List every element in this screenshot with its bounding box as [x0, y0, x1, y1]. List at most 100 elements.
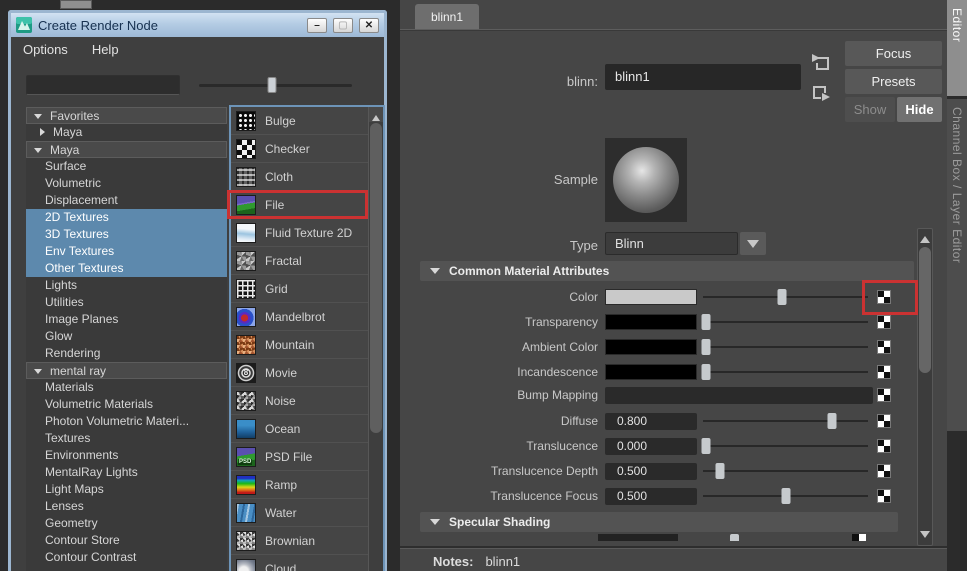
node-name-field[interactable]: blinn1: [605, 64, 801, 90]
transparency-map-button[interactable]: [877, 315, 891, 329]
incandescence-swatch[interactable]: [605, 364, 697, 380]
slider-handle[interactable]: [701, 314, 711, 330]
node-item-grid[interactable]: Grid: [231, 275, 383, 303]
presets-button[interactable]: Presets: [845, 69, 942, 94]
filter-input[interactable]: [26, 75, 180, 95]
section-common-material-attributes[interactable]: Common Material Attributes: [420, 261, 914, 281]
scroll-up-arrow-icon[interactable]: [369, 107, 383, 122]
tree-item-materials[interactable]: Materials: [26, 379, 227, 396]
tab-blinn1[interactable]: blinn1: [415, 4, 479, 29]
ambient-color-slider[interactable]: [701, 338, 868, 356]
node-item-brownian[interactable]: Brownian: [231, 527, 383, 555]
node-list-scrollbar[interactable]: [368, 107, 383, 571]
slider-handle[interactable]: [701, 339, 711, 355]
node-item-cloth[interactable]: Cloth: [231, 163, 383, 191]
translucence-depth-slider[interactable]: [703, 462, 868, 480]
translucence-focus-slider[interactable]: [703, 487, 868, 505]
diffuse-map-button[interactable]: [877, 414, 891, 428]
scroll-up-arrow-icon[interactable]: [920, 231, 930, 243]
scroll-thumb[interactable]: [919, 247, 931, 373]
attribute-scrollbar[interactable]: [917, 228, 933, 546]
translucence-focus-value-field[interactable]: 0.500: [605, 488, 697, 505]
diffuse-value-field[interactable]: 0.800: [605, 413, 697, 430]
tree-item-volumetric[interactable]: Volumetric: [26, 175, 227, 192]
scroll-down-arrow-icon[interactable]: [920, 531, 930, 543]
incandescence-slider[interactable]: [701, 363, 868, 381]
node-item-psd-file[interactable]: PSD File: [231, 443, 383, 471]
slider-handle[interactable]: [781, 488, 790, 504]
tree-item-2d-textures[interactable]: 2D Textures: [26, 209, 227, 226]
tree-item-glow[interactable]: Glow: [26, 328, 227, 345]
tree-item-rendering[interactable]: Rendering: [26, 345, 227, 362]
tree-item-textures[interactable]: Textures: [26, 430, 227, 447]
incandescence-map-button[interactable]: [877, 365, 891, 379]
menu-help[interactable]: Help: [92, 42, 119, 57]
tab-attribute-editor[interactable]: Editor: [947, 0, 967, 96]
transparency-swatch[interactable]: [605, 314, 697, 330]
type-dropdown[interactable]: Blinn: [605, 232, 738, 255]
window-title-bar[interactable]: Create Render Node – ▢ ✕: [11, 13, 384, 37]
node-item-ocean[interactable]: Ocean: [231, 415, 383, 443]
node-item-movie[interactable]: Movie: [231, 359, 383, 387]
icon-size-slider[interactable]: [199, 76, 352, 94]
tree-item-mentalray-lights[interactable]: MentalRay Lights: [26, 464, 227, 481]
node-item-water[interactable]: Water: [231, 499, 383, 527]
slider-handle[interactable]: [701, 364, 711, 380]
tree-item-geometry[interactable]: Geometry: [26, 515, 227, 532]
ambient-color-map-button[interactable]: [877, 340, 891, 354]
node-item-bulge[interactable]: Bulge: [231, 107, 383, 135]
tree-item-displacement[interactable]: Displacement: [26, 192, 227, 209]
tree-item-other-textures[interactable]: Other Textures: [26, 260, 227, 277]
close-button[interactable]: ✕: [359, 17, 379, 33]
translucence-map-button[interactable]: [877, 439, 891, 453]
tree-item-light-maps[interactable]: Light Maps: [26, 481, 227, 498]
tree-item-mental-ray[interactable]: mental ray: [26, 362, 227, 379]
translucence-slider[interactable]: [701, 437, 868, 455]
node-item-mountain[interactable]: Mountain: [231, 331, 383, 359]
diffuse-slider[interactable]: [703, 412, 868, 430]
tree-item-image-planes[interactable]: Image Planes: [26, 311, 227, 328]
tree-item-environments[interactable]: Environments: [26, 447, 227, 464]
tree-item-volumetric-materials[interactable]: Volumetric Materials: [26, 396, 227, 413]
bump-mapping-map-button[interactable]: [877, 388, 891, 402]
slider-handle[interactable]: [715, 463, 724, 479]
tree-item-env-textures[interactable]: Env Textures: [26, 243, 227, 260]
color-swatch[interactable]: [605, 289, 697, 305]
node-item-checker[interactable]: Checker: [231, 135, 383, 163]
slider-handle[interactable]: [777, 289, 787, 305]
slider-handle[interactable]: [701, 438, 711, 454]
tree-item-lenses[interactable]: Lenses: [26, 498, 227, 515]
show-button[interactable]: Show: [845, 97, 895, 122]
minimize-button[interactable]: –: [307, 17, 327, 33]
tree-item-favorites[interactable]: Favorites: [26, 107, 227, 124]
translucence-depth-value-field[interactable]: 0.500: [605, 463, 697, 480]
translucence-focus-map-button[interactable]: [877, 489, 891, 503]
tree-item-photon-volumetric[interactable]: Photon Volumetric Materi...: [26, 413, 227, 430]
translucence-depth-map-button[interactable]: [877, 464, 891, 478]
ambient-color-swatch[interactable]: [605, 339, 697, 355]
node-item-ramp[interactable]: Ramp: [231, 471, 383, 499]
node-item-fractal[interactable]: Fractal: [231, 247, 383, 275]
tree-item-3d-textures[interactable]: 3D Textures: [26, 226, 227, 243]
tree-item-surface[interactable]: Surface: [26, 158, 227, 175]
node-item-cloud[interactable]: Cloud: [231, 555, 383, 571]
color-slider[interactable]: [703, 288, 868, 306]
tree-item-contour-contrast[interactable]: Contour Contrast: [26, 549, 227, 566]
tree-item-maya-collapsed[interactable]: Maya: [26, 124, 227, 141]
slider-handle[interactable]: [827, 413, 837, 429]
translucence-value-field[interactable]: 0.000: [605, 438, 697, 455]
input-connection-icon[interactable]: [810, 52, 832, 74]
tree-item-lights[interactable]: Lights: [26, 277, 227, 294]
tree-item-contour-store[interactable]: Contour Store: [26, 532, 227, 549]
tree-item-utilities[interactable]: Utilities: [26, 294, 227, 311]
hide-button[interactable]: Hide: [897, 97, 942, 122]
node-item-noise[interactable]: Noise: [231, 387, 383, 415]
transparency-slider[interactable]: [701, 313, 868, 331]
node-item-fluid-texture-2d[interactable]: Fluid Texture 2D: [231, 219, 383, 247]
notes-row[interactable]: Notes: blinn1: [433, 554, 520, 569]
bump-mapping-field[interactable]: [605, 387, 873, 404]
type-dropdown-arrow[interactable]: [740, 232, 766, 255]
node-item-mandelbrot[interactable]: Mandelbrot: [231, 303, 383, 331]
slider-handle[interactable]: [267, 77, 277, 93]
output-connection-icon[interactable]: [810, 82, 832, 104]
